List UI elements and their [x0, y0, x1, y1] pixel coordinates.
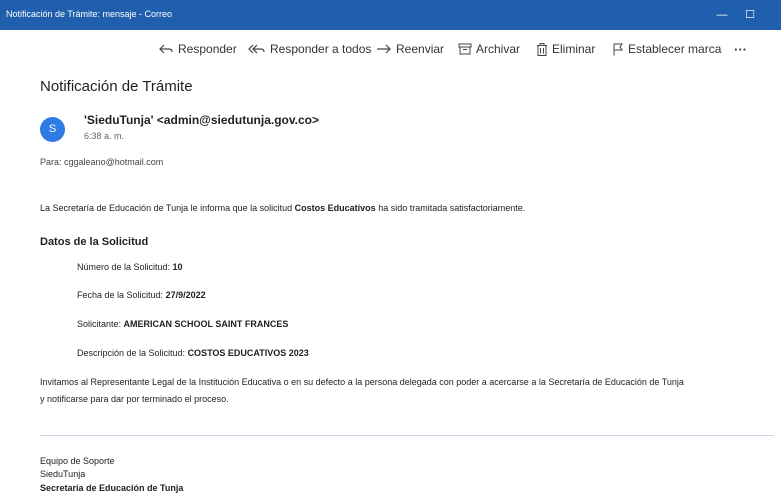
reply-label: Responder [178, 42, 237, 56]
reply-all-button[interactable]: Responder a todos [248, 40, 371, 58]
window-title: Notificación de Trámite: mensaje - Corre… [6, 9, 173, 19]
sent-time: 6:38 a. m. [84, 131, 125, 141]
more-options-button[interactable]: ··· [734, 40, 747, 58]
email-subject: Notificación de Trámite [40, 78, 193, 95]
message-toolbar: Responder Responder a todos Reenviar Arc… [0, 30, 781, 66]
description-label: Descripción de la Solicitud: [77, 348, 188, 358]
request-number-label: Número de la Solicitud: [77, 262, 173, 272]
sender-name[interactable]: 'SieduTunja' <admin@siedutunja.gov.co> [84, 113, 319, 127]
recipient-line: Para: cggaleano@hotmail.com [40, 157, 163, 167]
forward-label: Reenviar [396, 42, 445, 56]
forward-icon [377, 44, 391, 54]
flag-icon [613, 43, 623, 55]
applicant-row: Solicitante: AMERICAN SCHOOL SAINT FRANC… [77, 319, 288, 329]
delete-button[interactable]: Eliminar [536, 40, 595, 58]
signature-divider [40, 435, 774, 436]
request-date-value: 27/9/2022 [165, 290, 206, 300]
to-address[interactable]: cggaleano@hotmail.com [64, 157, 163, 167]
delete-label: Eliminar [552, 42, 596, 56]
trash-icon [537, 42, 547, 56]
section-title: Datos de la Solicitud [40, 236, 149, 248]
intro-paragraph: La Secretaría de Educación de Tunja le i… [40, 203, 525, 213]
reply-button[interactable]: Responder [158, 40, 237, 58]
signature-app: SieduTunja [40, 469, 86, 479]
request-date-row: Fecha de la Solicitud: 27/9/2022 [77, 290, 206, 300]
request-number-value: 10 [172, 262, 183, 272]
title-bar: Notificación de Trámite: mensaje - Corre… [0, 0, 781, 30]
signature-organization: Secretaría de Educación de Tunja [40, 483, 184, 493]
forward-button[interactable]: Reenviar [376, 40, 444, 58]
maximize-button[interactable]: ☐ [736, 0, 764, 30]
archive-button[interactable]: Archivar [458, 40, 520, 58]
flag-button[interactable]: Establecer marca [612, 40, 721, 58]
description-row: Descripción de la Solicitud: COSTOS EDUC… [77, 348, 309, 358]
reply-icon [159, 44, 173, 54]
closing-line-2: y notificarse para dar por terminado el … [40, 394, 229, 404]
closing-line-1: Invitamos al Representante Legal de la I… [40, 377, 684, 387]
request-date-label: Fecha de la Solicitud: [77, 290, 166, 300]
reply-all-label: Responder a todos [270, 42, 372, 56]
applicant-value: AMERICAN SCHOOL SAINT FRANCES [123, 319, 289, 329]
intro-text: La Secretaría de Educación de Tunja le i… [40, 203, 295, 213]
signature-team: Equipo de Soporte [40, 456, 115, 466]
minimize-button[interactable]: — [708, 0, 736, 30]
request-type: Costos Educativos [294, 203, 376, 213]
flag-label: Establecer marca [628, 42, 722, 56]
intro-text-end: ha sido tramitada satisfactoriamente. [375, 203, 526, 213]
archive-icon [458, 43, 472, 55]
avatar: S [40, 117, 65, 142]
archive-label: Archivar [476, 42, 521, 56]
applicant-label: Solicitante: [77, 319, 124, 329]
description-value: COSTOS EDUCATIVOS 2023 [187, 348, 309, 358]
request-number-row: Número de la Solicitud: 10 [77, 262, 183, 272]
to-label: Para: [40, 157, 62, 167]
reply-all-icon [248, 44, 265, 54]
